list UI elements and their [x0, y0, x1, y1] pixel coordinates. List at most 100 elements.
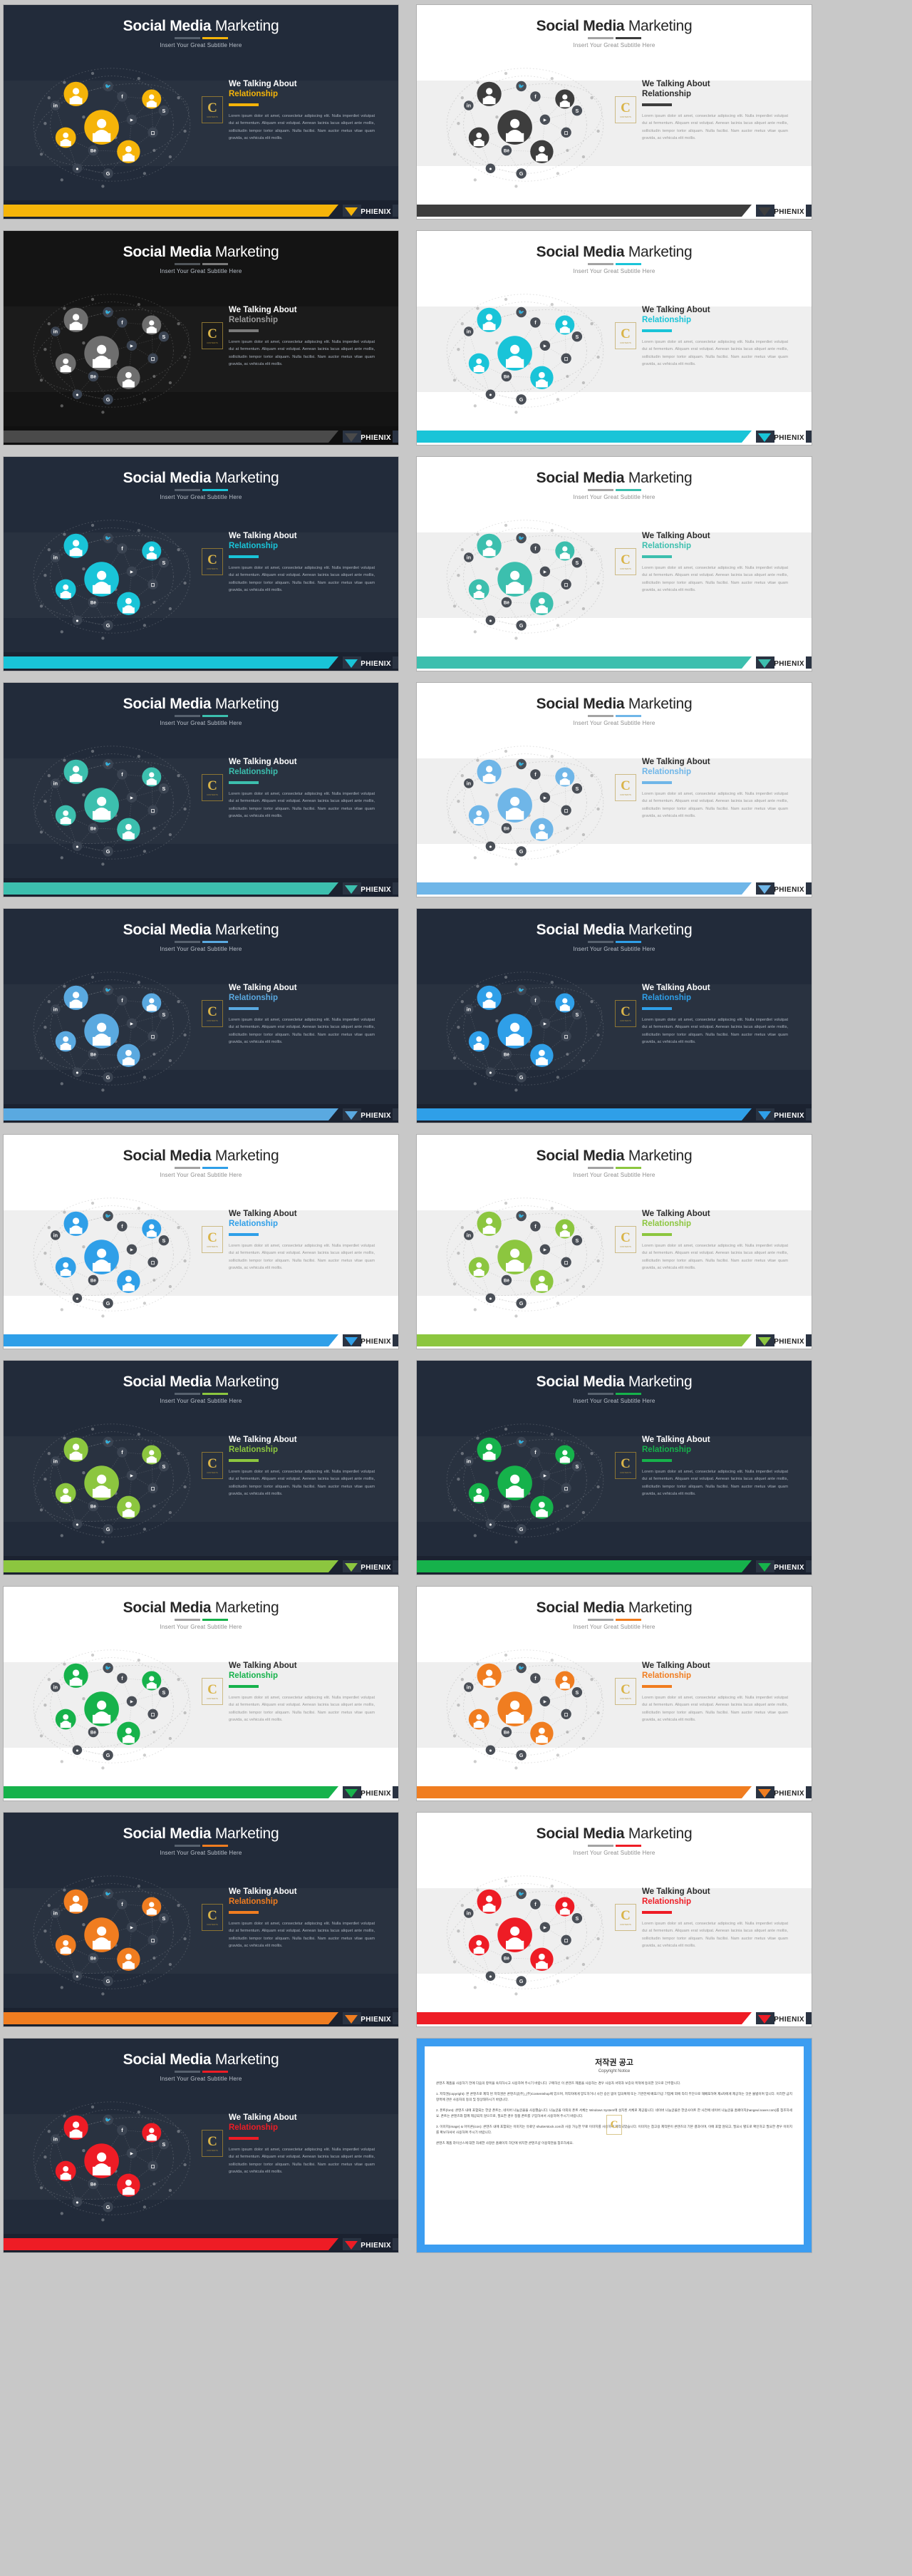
heading-line-2: Relationship — [642, 316, 692, 325]
contents-badge-icon: C CONTENTS — [615, 1904, 636, 1931]
heading-line-1: We Talking About — [642, 1661, 710, 1670]
brand-logo[interactable]: PHIENIX — [345, 207, 391, 216]
heading-line-2: Relationship — [642, 1446, 692, 1455]
svg-text:G: G — [519, 396, 524, 403]
brand-logo[interactable]: PHIENIX — [758, 207, 804, 216]
badge-caption: CONTENTS — [207, 1698, 218, 1700]
brand-logo[interactable]: PHIENIX — [345, 1337, 391, 1346]
slide-14[interactable]: Social Media Marketing Insert Your Great… — [416, 1360, 812, 1575]
footer-endcap — [806, 1786, 812, 1798]
copy-block: We Talking About Relationship Lorem ipsu… — [642, 983, 788, 1046]
svg-text:Bē: Bē — [504, 1957, 510, 1962]
svg-text:●: ● — [76, 1521, 78, 1527]
social-network-graphic: 🐦 f in S ► ◻ Bē ● G — [16, 512, 207, 641]
body-paragraph: Lorem ipsum dolor sit amet, consectetur … — [229, 114, 375, 141]
slide-title: Social Media Marketing — [4, 1599, 398, 1617]
badge-caption: CONTENTS — [620, 1472, 631, 1474]
svg-text:Bē: Bē — [504, 1279, 510, 1284]
svg-text:in: in — [53, 329, 58, 335]
contents-badge-icon: C CONTENTS — [202, 1678, 223, 1705]
slide-footer: 7 PHIENIX — [417, 652, 812, 671]
brand-logo[interactable]: PHIENIX — [758, 1563, 804, 1572]
badge-caption: CONTENTS — [207, 1924, 218, 1926]
slide-8[interactable]: Social Media Marketing Insert Your Great… — [416, 682, 812, 897]
slide-subtitle: Insert Your Great Subtitle Here — [160, 946, 242, 952]
footer-endcap — [393, 1108, 398, 1120]
badge-letter: C — [207, 2134, 217, 2149]
title-regular: Marketing — [624, 470, 693, 486]
slide-19[interactable]: Social Media Marketing Insert Your Great… — [3, 2038, 399, 2253]
brand-name: PHIENIX — [361, 207, 391, 216]
slide-4[interactable]: Social Media Marketing Insert Your Great… — [416, 230, 812, 445]
brand-name: PHIENIX — [361, 1337, 391, 1346]
svg-text:◻: ◻ — [564, 582, 569, 588]
brand-logo[interactable]: PHIENIX — [758, 2015, 804, 2024]
badge-caption: CONTENTS — [207, 794, 218, 796]
body-paragraph: Lorem ipsum dolor sit amet, consectetur … — [229, 792, 375, 819]
slide-2[interactable]: Social Media Marketing Insert Your Great… — [416, 4, 812, 220]
svg-text:G: G — [106, 1752, 110, 1758]
slide-17[interactable]: Social Media Marketing Insert Your Great… — [3, 1812, 399, 2027]
heading-line-2: Relationship — [229, 1671, 279, 1681]
slide-3[interactable]: Social Media Marketing Insert Your Great… — [3, 230, 399, 445]
badge-letter: C — [621, 1908, 631, 1923]
svg-text:in: in — [53, 1458, 58, 1465]
slide-20[interactable]: 저작권 공고 Copyright Notice 콘텐츠 제품을 사용하기 전에 … — [416, 2038, 812, 2253]
slide-subtitle: Insert Your Great Subtitle Here — [573, 1172, 656, 1178]
svg-text:🐦: 🐦 — [105, 1439, 111, 1446]
phienix-triangle-icon — [345, 885, 358, 894]
svg-text:►: ► — [542, 1247, 547, 1253]
slide-6[interactable]: Social Media Marketing Insert Your Great… — [416, 456, 812, 671]
footer-endcap — [393, 205, 398, 217]
slide-9[interactable]: Social Media Marketing Insert Your Great… — [3, 908, 399, 1123]
brand-logo[interactable]: PHIENIX — [345, 885, 391, 894]
slide-16[interactable]: Social Media Marketing Insert Your Great… — [416, 1586, 812, 1801]
slide-10[interactable]: Social Media Marketing Insert Your Great… — [416, 908, 812, 1123]
copy-block: We Talking About Relationship Lorem ipsu… — [642, 757, 788, 820]
slide-7[interactable]: Social Media Marketing Insert Your Great… — [3, 682, 399, 897]
brand-logo[interactable]: PHIENIX — [345, 433, 391, 442]
svg-text:G: G — [519, 1300, 524, 1307]
brand-logo[interactable]: PHIENIX — [345, 1789, 391, 1798]
body-paragraph: Lorem ipsum dolor sit amet, consectetur … — [229, 2148, 375, 2175]
phienix-triangle-icon — [758, 1563, 772, 1572]
brand-logo[interactable]: PHIENIX — [758, 1789, 804, 1798]
title-rule-accent — [615, 37, 641, 39]
slide-13[interactable]: Social Media Marketing Insert Your Great… — [3, 1360, 399, 1575]
slide-1[interactable]: Social Media Marketing Insert Your Great… — [3, 4, 399, 220]
svg-text:◻: ◻ — [564, 1485, 569, 1492]
slide-title: Social Media Marketing — [417, 1599, 812, 1617]
brand-logo[interactable]: PHIENIX — [345, 2015, 391, 2024]
brand-logo[interactable]: PHIENIX — [758, 659, 804, 668]
svg-text:►: ► — [542, 1925, 547, 1931]
title-regular: Marketing — [624, 1825, 693, 1842]
badge-caption: CONTENTS — [207, 1246, 218, 1248]
title-rule-accent — [202, 37, 228, 39]
brand-logo[interactable]: PHIENIX — [758, 1337, 804, 1346]
svg-text:S: S — [576, 1011, 579, 1018]
brand-logo[interactable]: PHIENIX — [345, 2241, 391, 2250]
title-bold: Social Media — [123, 244, 212, 260]
brand-logo[interactable]: PHIENIX — [345, 1563, 391, 1572]
slide-5[interactable]: Social Media Marketing Insert Your Great… — [3, 456, 399, 671]
badge-letter: C — [207, 778, 217, 793]
svg-text:in: in — [467, 103, 471, 109]
brand-logo[interactable]: PHIENIX — [758, 1111, 804, 1120]
title-regular: Marketing — [211, 2051, 279, 2068]
brand-logo[interactable]: PHIENIX — [345, 659, 391, 668]
badge-caption: CONTENTS — [207, 568, 218, 570]
svg-text:in: in — [53, 780, 58, 787]
slide-15[interactable]: Social Media Marketing Insert Your Great… — [3, 1586, 399, 1801]
slide-12[interactable]: Social Media Marketing Insert Your Great… — [416, 1134, 812, 1349]
brand-logo[interactable]: PHIENIX — [758, 433, 804, 442]
slide-18[interactable]: Social Media Marketing Insert Your Great… — [416, 1812, 812, 2027]
heading-line-2: Relationship — [229, 994, 279, 1003]
title-rule-group — [417, 715, 812, 717]
copyright-intro: 콘텐츠 제품을 사용하기 전에 다음의 항목을 숙지하시고 사용하여 주시기 바… — [436, 2081, 681, 2085]
svg-text:►: ► — [129, 569, 134, 575]
slide-subtitle: Insert Your Great Subtitle Here — [160, 1624, 242, 1630]
brand-logo[interactable]: PHIENIX — [345, 1111, 391, 1120]
brand-logo[interactable]: PHIENIX — [758, 885, 804, 894]
body-paragraph: Lorem ipsum dolor sit amet, consectetur … — [229, 1018, 375, 1045]
slide-11[interactable]: Social Media Marketing Insert Your Great… — [3, 1134, 399, 1349]
